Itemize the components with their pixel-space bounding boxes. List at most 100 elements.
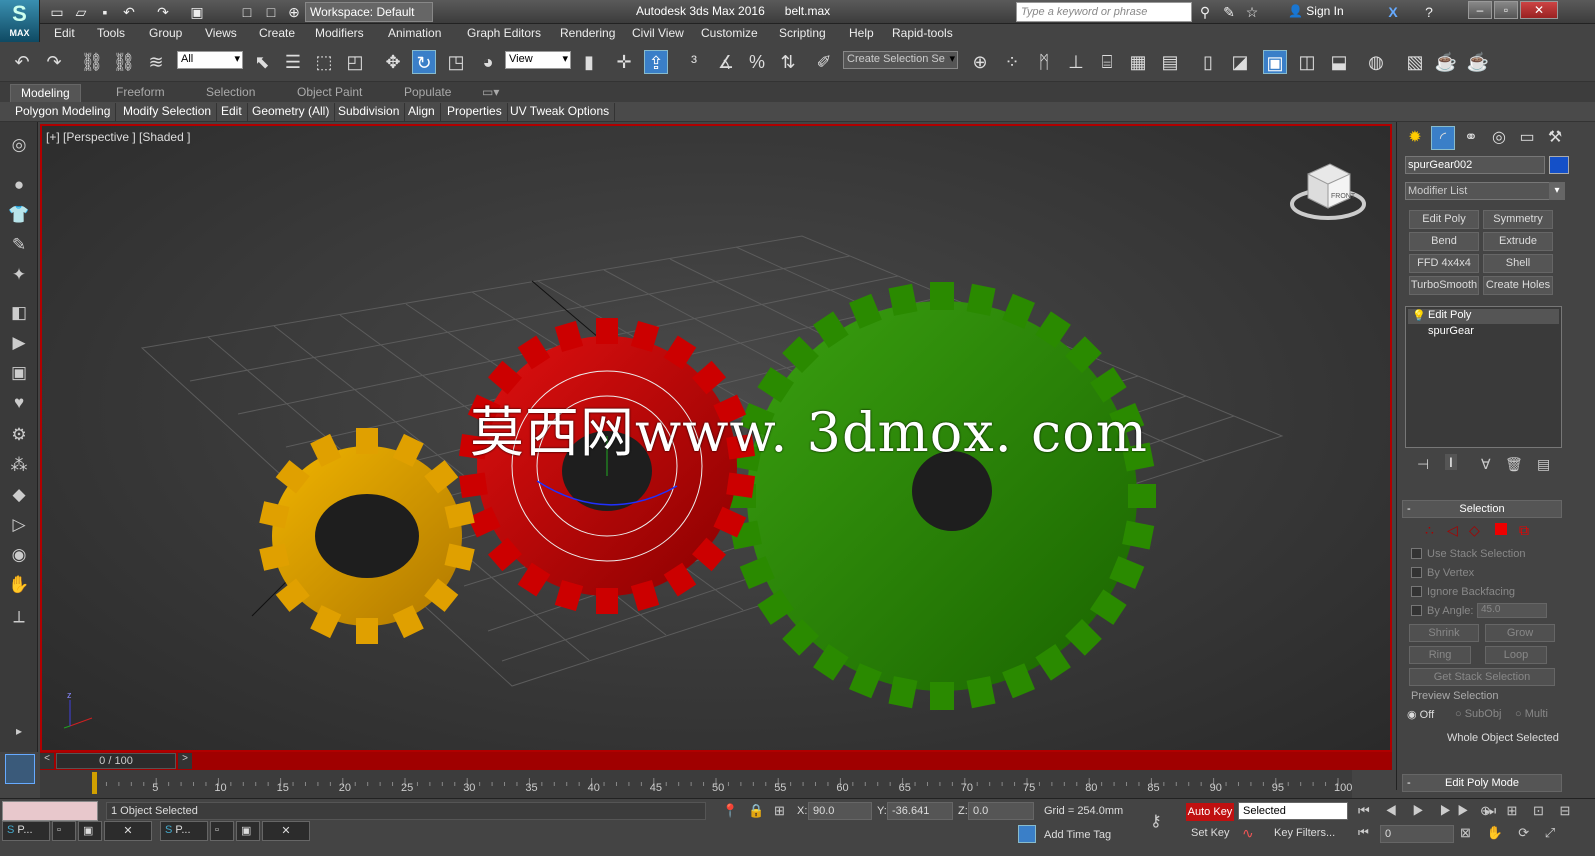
key-icon[interactable]: ⚷: [1150, 811, 1162, 831]
next-frame-arrow-icon[interactable]: >: [178, 753, 192, 769]
track-bar[interactable]: 5 10 15 20 25 30 35 40 45 50 55 60 65 70 75 80 85 90 95 100: [40, 770, 1352, 798]
material-editor-icon[interactable]: ▣: [1263, 50, 1287, 74]
new-file-icon[interactable]: ▭: [48, 3, 66, 21]
help-icon[interactable]: ?: [1420, 3, 1438, 21]
menu-rendering[interactable]: Rendering: [560, 26, 615, 40]
menu-tools[interactable]: Tools: [97, 26, 125, 40]
perspective-viewport[interactable]: z [+] [Perspective ] [Shaded ] FRONT 莫西网…: [40, 124, 1392, 752]
grow-button[interactable]: Grow: [1485, 624, 1555, 642]
by-angle-checkbox[interactable]: By Angle:: [1411, 605, 1473, 617]
brush-icon[interactable]: ✎: [6, 232, 32, 258]
ribbon-properties[interactable]: Properties: [442, 103, 508, 121]
keyboard-shortcut-override-icon[interactable]: ⇪: [644, 50, 668, 74]
modifier-list-dropdown[interactable]: Modifier List: [1405, 182, 1565, 200]
menu-edit[interactable]: Edit: [54, 26, 75, 40]
pin-stack-icon[interactable]: ⊣: [1417, 456, 1429, 473]
tab-populate[interactable]: Populate: [394, 84, 461, 102]
shrink-button[interactable]: Shrink: [1409, 624, 1479, 642]
by-angle-input[interactable]: 45.0: [1477, 603, 1547, 618]
lock-selection-icon[interactable]: 🔒: [748, 803, 764, 819]
polygon-mode-icon[interactable]: [1495, 523, 1507, 535]
select-object-icon[interactable]: ⬉: [250, 50, 274, 74]
scene-explorer-icon[interactable]: ◎: [6, 132, 32, 158]
redo-icon[interactable]: ↷: [42, 50, 66, 74]
pivot-center-icon[interactable]: ▮: [577, 50, 601, 74]
layer-manager-icon[interactable]: ⌸: [1095, 50, 1119, 74]
angle-snap-icon[interactable]: ∡: [714, 50, 738, 74]
menu-views[interactable]: Views: [205, 26, 237, 40]
absolute-mode-icon[interactable]: ⊞: [774, 803, 785, 819]
playback-icon[interactable]: ▶: [6, 330, 32, 356]
checker-icon[interactable]: ▦: [1126, 50, 1150, 74]
save-icon[interactable]: ▪: [96, 3, 114, 21]
z-coordinate-field[interactable]: 0.0: [968, 802, 1034, 820]
unlink-icon[interactable]: ⛓: [112, 50, 136, 74]
axis-icon[interactable]: ⟂: [6, 604, 32, 630]
set-key-curve-icon[interactable]: ∿: [1242, 825, 1254, 842]
sign-in-link[interactable]: 👤 Sign In: [1288, 4, 1344, 18]
close-button[interactable]: ✕: [1520, 1, 1558, 19]
viewport-nav-controls-2[interactable]: ⊠ ✋ ⟳ ⤢: [1460, 825, 1561, 841]
edge-mode-icon[interactable]: ◁: [1447, 522, 1458, 539]
loop-button[interactable]: Loop: [1485, 646, 1547, 664]
border-mode-icon[interactable]: ◇: [1469, 522, 1480, 539]
maximize-button[interactable]: ▫: [1494, 1, 1518, 19]
taskbar-maximize-icon-2[interactable]: ▣: [236, 821, 260, 841]
motion-tab-icon[interactable]: ◎: [1487, 126, 1511, 150]
taskbar-item-2[interactable]: S P...: [160, 821, 208, 841]
array-icon[interactable]: ⁘: [1000, 50, 1024, 74]
redo-icon[interactable]: ↷: [154, 3, 172, 21]
ribbon-geometry-all[interactable]: Geometry (All): [247, 103, 336, 121]
menu-animation[interactable]: Animation: [388, 26, 441, 40]
heart-icon[interactable]: ♥: [6, 390, 32, 416]
create-tab-icon[interactable]: ✹: [1403, 126, 1427, 150]
menu-group[interactable]: Group: [149, 26, 182, 40]
tab-freeform[interactable]: Freeform: [106, 84, 175, 102]
sparkle-icon[interactable]: ✦: [6, 262, 32, 288]
viewcube[interactable]: FRONT: [1288, 156, 1368, 229]
taskbar-maximize-icon[interactable]: ▣: [78, 821, 102, 841]
workspace-dropdown[interactable]: Workspace: Default: [305, 2, 433, 22]
window-icon[interactable]: □: [238, 3, 256, 21]
add-time-tag[interactable]: Add Time Tag: [1044, 829, 1111, 841]
selection-filter-dropdown[interactable]: All: [177, 51, 243, 69]
menu-civil-view[interactable]: Civil View: [632, 26, 684, 40]
mirror-icon[interactable]: ⊕: [968, 50, 992, 74]
ribbon-toggle-icon[interactable]: ▤: [1158, 50, 1182, 74]
menu-help[interactable]: Help: [849, 26, 874, 40]
key-mode-dropdown[interactable]: Selected: [1238, 802, 1348, 820]
rotate-icon[interactable]: ↻: [412, 50, 436, 74]
stack-item-spurgear[interactable]: spurGear: [1408, 325, 1559, 340]
tab-selection[interactable]: Selection: [196, 84, 265, 102]
create-holes-button[interactable]: Create Holes: [1483, 276, 1553, 295]
manipulate-icon[interactable]: ✛: [612, 50, 636, 74]
display-tab-icon[interactable]: ▭: [1515, 126, 1539, 150]
ribbon-uv-tweak-options[interactable]: UV Tweak Options: [505, 103, 616, 121]
menu-rapid-tools[interactable]: Rapid-tools: [892, 26, 953, 40]
binoculars-icon[interactable]: ⚲: [1196, 3, 1214, 21]
time-slider[interactable]: < 0 / 100 >: [40, 752, 1392, 770]
ribbon-options-icon[interactable]: ▭▾: [472, 84, 509, 102]
shell-button[interactable]: Shell: [1483, 254, 1553, 273]
menu-graph-editors[interactable]: Graph Editors: [467, 26, 541, 40]
auto-key-button[interactable]: Auto Key: [1186, 803, 1234, 821]
ribbon-align[interactable]: Align: [403, 103, 441, 121]
film-icon[interactable]: ▣: [6, 360, 32, 386]
preview-off-radio[interactable]: ◉ Off: [1407, 708, 1434, 721]
camera-icon[interactable]: ▷: [6, 512, 32, 538]
key-filters-button[interactable]: Key Filters...: [1274, 827, 1335, 839]
object-name-field[interactable]: spurGear002: [1405, 156, 1545, 174]
ribbon-subdivision[interactable]: Subdivision: [333, 103, 406, 121]
remove-modifier-icon[interactable]: 🗑: [1505, 456, 1523, 473]
stack-item-edit-poly[interactable]: 💡 Edit Poly: [1408, 309, 1559, 324]
undo-icon[interactable]: ↶: [120, 3, 138, 21]
menu-customize[interactable]: Customize: [701, 26, 758, 40]
pan-hand-icon[interactable]: ✋: [6, 572, 32, 598]
spinner-snap-icon[interactable]: ⇅: [776, 50, 800, 74]
yellow-spur-gear[interactable]: [259, 428, 475, 644]
cloth-icon[interactable]: 👕: [6, 202, 32, 228]
taskbar-item-1[interactable]: S P...: [2, 821, 50, 841]
element-mode-icon[interactable]: ⧉: [1519, 522, 1529, 539]
tab-object-paint[interactable]: Object Paint: [287, 84, 372, 102]
hierarchy-tab-icon[interactable]: ⚭: [1459, 126, 1483, 150]
